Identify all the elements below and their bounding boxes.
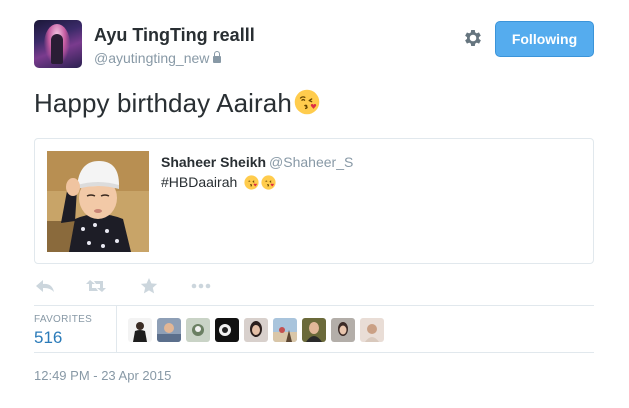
kissing-face-emoji — [261, 175, 276, 190]
favoriter-avatar[interactable] — [157, 318, 181, 342]
favorites-count[interactable]: 516 — [34, 328, 62, 348]
favoriter-avatar[interactable] — [331, 318, 355, 342]
author-avatar[interactable] — [34, 20, 82, 68]
more-icon[interactable] — [190, 277, 212, 295]
tweet-text: Happy birthday Aairah — [34, 88, 320, 119]
favoriter-avatar[interactable] — [128, 318, 152, 342]
retweet-icon[interactable] — [85, 277, 107, 295]
divider-top — [34, 305, 594, 306]
favoriter-avatar[interactable] — [215, 318, 239, 342]
author-handle-text[interactable]: @ayutingting_new — [94, 50, 209, 66]
favoriter-avatar[interactable] — [360, 318, 384, 342]
favoriter-avatar[interactable] — [302, 318, 326, 342]
favoriter-avatar[interactable] — [273, 318, 297, 342]
lock-icon — [213, 51, 222, 63]
gear-icon[interactable] — [462, 27, 484, 49]
quoted-author-name[interactable]: Shaheer Sheikh — [161, 154, 266, 170]
divider-bottom — [34, 352, 594, 353]
tweet-timestamp[interactable]: 12:49 PM - 23 Apr 2015 — [34, 368, 171, 383]
quoted-tweet-author[interactable]: Shaheer Sheikh @Shaheer_S — [161, 154, 353, 170]
stats-separator — [116, 306, 117, 352]
tweet-text-content: Happy birthday Aairah — [34, 88, 292, 118]
quoted-author-handle[interactable]: @Shaheer_S — [269, 154, 353, 170]
favoriters-avatars — [128, 318, 384, 342]
author-name[interactable]: Ayu TingTing realll — [94, 25, 255, 46]
quoted-tweet-text: #HBDaairah — [161, 174, 276, 191]
favoriter-avatar[interactable] — [186, 318, 210, 342]
kissing-face-emoji — [244, 175, 259, 190]
author-handle[interactable]: @ayutingting_new — [94, 50, 222, 66]
favorites-label: FAVORITES — [34, 314, 93, 325]
kissing-face-emoji — [294, 89, 320, 115]
reply-icon[interactable] — [34, 277, 56, 295]
favoriter-avatar[interactable] — [244, 318, 268, 342]
quoted-hashtag[interactable]: #HBDaairah — [161, 174, 237, 190]
following-button[interactable]: Following — [495, 21, 594, 57]
quoted-tweet-photo[interactable] — [47, 151, 149, 252]
favorite-star-icon[interactable] — [138, 277, 160, 295]
